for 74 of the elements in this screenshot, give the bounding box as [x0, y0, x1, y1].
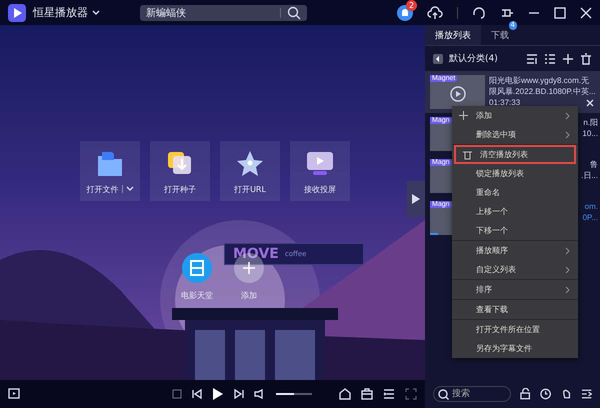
- sign-title: MOVE: [233, 246, 279, 262]
- trash-icon: [463, 150, 472, 160]
- menu-item[interactable]: 另存为字幕文件: [452, 339, 578, 358]
- plus-icon: [459, 111, 468, 120]
- headset-icon[interactable]: [472, 6, 486, 20]
- menu-item[interactable]: 打开文件所在位置: [452, 320, 578, 339]
- item-text: n.阳: [583, 117, 598, 128]
- open-tile[interactable]: 接收投屏: [290, 141, 350, 201]
- stop-icon[interactable]: [172, 389, 182, 399]
- chevron-right-icon: [565, 286, 570, 294]
- menu-item[interactable]: 查看下载: [452, 300, 578, 319]
- item-text: 10...: [582, 128, 598, 139]
- maximize-icon[interactable]: [554, 6, 566, 18]
- notification-badge: 2: [406, 0, 418, 10]
- group-title[interactable]: 默认分类(4): [449, 52, 498, 65]
- open-tile[interactable]: 打开种子: [150, 141, 210, 201]
- toolbox-icon[interactable]: [361, 388, 373, 400]
- play-circle-icon: [450, 86, 466, 102]
- search-icon[interactable]: [287, 6, 301, 20]
- lock-icon[interactable]: [520, 388, 532, 400]
- menu-item[interactable]: 播放顺序: [452, 241, 578, 260]
- search-field[interactable]: 搜索: [433, 386, 511, 402]
- close-icon[interactable]: [580, 6, 592, 18]
- app-logo-icon: [8, 4, 26, 22]
- expand-panel-button[interactable]: [407, 181, 425, 217]
- item-text: 01:37:33: [489, 97, 520, 108]
- app-title[interactable]: 恒星播放器: [33, 5, 88, 20]
- home-icon[interactable]: [339, 388, 351, 400]
- chevron-right-icon: [565, 246, 570, 254]
- open-tile[interactable]: 打开URL: [220, 141, 280, 201]
- queue-icon[interactable]: [580, 388, 592, 400]
- fullscreen-icon[interactable]: [405, 388, 417, 400]
- item-text: 阳光电影www.ygdy8.com.无: [489, 75, 590, 86]
- menu-item[interactable]: 下移一个: [452, 221, 578, 240]
- menu-item[interactable]: 自定义列表: [452, 260, 578, 279]
- collapse-icon[interactable]: [433, 54, 443, 64]
- sort-icon[interactable]: [526, 52, 538, 64]
- tile-label: 打开文件: [86, 184, 118, 194]
- open-tile[interactable]: 打开文件: [80, 141, 140, 201]
- playlist-play-icon[interactable]: [8, 388, 20, 400]
- clock-icon[interactable]: [540, 388, 552, 400]
- search-icon: [438, 388, 449, 400]
- plus-icon[interactable]: [562, 52, 574, 64]
- play-icon[interactable]: [212, 387, 224, 401]
- chevron-down-icon[interactable]: [92, 10, 100, 16]
- menu-item[interactable]: 上移一个: [452, 202, 578, 221]
- tile-label: 接收投屏: [304, 184, 336, 194]
- previous-icon[interactable]: [192, 389, 202, 399]
- tile-label: 打开种子: [164, 184, 196, 194]
- chevron-down-icon[interactable]: [126, 186, 134, 192]
- film-icon[interactable]: [182, 253, 212, 283]
- item-text: om.: [584, 201, 598, 212]
- tile-label: 打开URL: [234, 184, 266, 194]
- chevron-right-icon: [565, 266, 570, 274]
- close-icon[interactable]: [586, 99, 594, 107]
- search-field[interactable]: 新蝙蝠侠: [140, 4, 307, 20]
- menu-item[interactable]: 重命名: [452, 183, 578, 202]
- next-icon[interactable]: [234, 389, 244, 399]
- list-view-icon[interactable]: [544, 52, 556, 64]
- chevron-right-icon: [565, 130, 570, 138]
- list-icon[interactable]: [383, 388, 395, 400]
- item-text: 0P...: [582, 212, 598, 223]
- item-text: 鲁: [590, 159, 598, 170]
- cloud-upload-icon[interactable]: [427, 6, 443, 20]
- chevron-right-icon: [565, 112, 570, 120]
- menu-item[interactable]: 清空播放列表: [454, 145, 576, 164]
- menu-item[interactable]: 删除选中项: [452, 125, 578, 144]
- item-text: .日...: [581, 170, 598, 181]
- item-text: 限风暴.2022.BD.1080P.中英...: [489, 86, 596, 97]
- triangle-right-icon: [412, 194, 420, 204]
- trash-icon[interactable]: [580, 52, 592, 64]
- menu-item[interactable]: 锁定播放列表: [452, 164, 578, 183]
- menu-item[interactable]: 排序: [452, 280, 578, 299]
- playlist-tab[interactable]: 播放列表: [425, 25, 481, 45]
